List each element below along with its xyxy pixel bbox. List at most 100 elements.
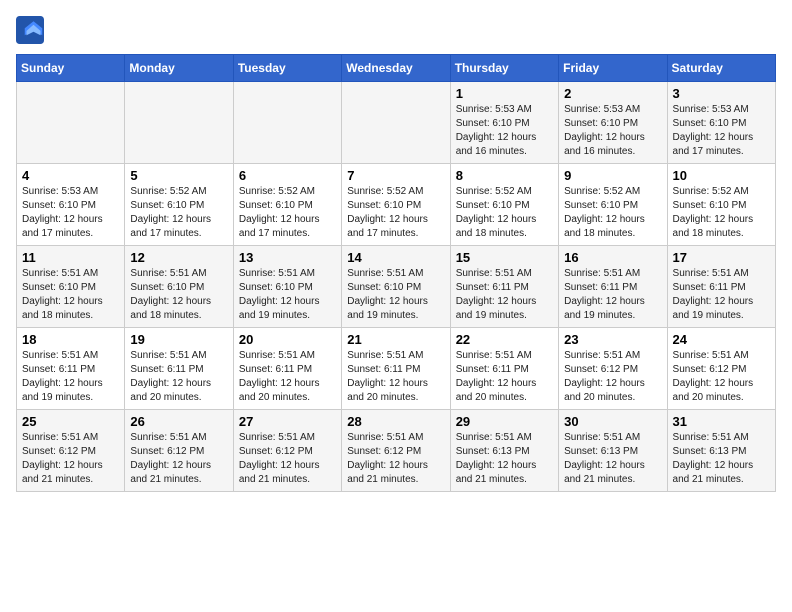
day-info: Sunrise: 5:53 AM Sunset: 6:10 PM Dayligh… xyxy=(22,185,119,241)
day-number: 14 xyxy=(347,250,444,265)
calendar-cell: 27 Sunrise: 5:51 AM Sunset: 6:12 PM Dayli… xyxy=(233,410,341,492)
day-number: 15 xyxy=(456,250,553,265)
calendar-cell xyxy=(342,82,450,164)
calendar-cell: 20 Sunrise: 5:51 AM Sunset: 6:11 PM Dayli… xyxy=(233,328,341,410)
calendar-cell: 11 Sunrise: 5:51 AM Sunset: 6:10 PM Dayli… xyxy=(17,246,125,328)
day-info: Sunrise: 5:52 AM Sunset: 6:10 PM Dayligh… xyxy=(673,185,770,241)
day-info: Sunrise: 5:52 AM Sunset: 6:10 PM Dayligh… xyxy=(239,185,336,241)
day-number: 31 xyxy=(673,414,770,429)
weekday-header: Friday xyxy=(559,55,667,82)
calendar-cell: 22 Sunrise: 5:51 AM Sunset: 6:11 PM Dayli… xyxy=(450,328,558,410)
day-number: 23 xyxy=(564,332,661,347)
day-number: 1 xyxy=(456,86,553,101)
calendar-cell: 25 Sunrise: 5:51 AM Sunset: 6:12 PM Dayli… xyxy=(17,410,125,492)
calendar-cell: 31 Sunrise: 5:51 AM Sunset: 6:13 PM Dayli… xyxy=(667,410,775,492)
calendar-cell: 2Sunrise: 5:53 AM Sunset: 6:10 PM Daylig… xyxy=(559,82,667,164)
day-info: Sunrise: 5:51 AM Sunset: 6:11 PM Dayligh… xyxy=(22,349,119,405)
day-number: 17 xyxy=(673,250,770,265)
weekday-header-row: SundayMondayTuesdayWednesdayThursdayFrid… xyxy=(17,55,776,82)
day-info: Sunrise: 5:51 AM Sunset: 6:13 PM Dayligh… xyxy=(673,431,770,487)
weekday-header: Wednesday xyxy=(342,55,450,82)
day-number: 13 xyxy=(239,250,336,265)
weekday-header: Sunday xyxy=(17,55,125,82)
day-number: 4 xyxy=(22,168,119,183)
calendar-cell: 17 Sunrise: 5:51 AM Sunset: 6:11 PM Dayli… xyxy=(667,246,775,328)
calendar-week-row: 4 Sunrise: 5:53 AM Sunset: 6:10 PM Daylig… xyxy=(17,164,776,246)
calendar-cell: 5 Sunrise: 5:52 AM Sunset: 6:10 PM Daylig… xyxy=(125,164,233,246)
calendar-cell xyxy=(17,82,125,164)
weekday-header: Thursday xyxy=(450,55,558,82)
day-number: 27 xyxy=(239,414,336,429)
calendar-cell: 10 Sunrise: 5:52 AM Sunset: 6:10 PM Dayli… xyxy=(667,164,775,246)
calendar-week-row: 18 Sunrise: 5:51 AM Sunset: 6:11 PM Dayli… xyxy=(17,328,776,410)
day-number: 25 xyxy=(22,414,119,429)
day-number: 18 xyxy=(22,332,119,347)
day-number: 28 xyxy=(347,414,444,429)
day-info: Sunrise: 5:51 AM Sunset: 6:10 PM Dayligh… xyxy=(130,267,227,323)
day-info: Sunrise: 5:51 AM Sunset: 6:12 PM Dayligh… xyxy=(673,349,770,405)
calendar-cell: 29 Sunrise: 5:51 AM Sunset: 6:13 PM Dayli… xyxy=(450,410,558,492)
day-info: Sunrise: 5:51 AM Sunset: 6:12 PM Dayligh… xyxy=(130,431,227,487)
day-info: Sunrise: 5:51 AM Sunset: 6:11 PM Dayligh… xyxy=(239,349,336,405)
day-info: Sunrise: 5:53 AM Sunset: 6:10 PM Dayligh… xyxy=(456,103,553,159)
calendar-cell: 18 Sunrise: 5:51 AM Sunset: 6:11 PM Dayli… xyxy=(17,328,125,410)
day-info: Sunrise: 5:51 AM Sunset: 6:11 PM Dayligh… xyxy=(564,267,661,323)
calendar-table: SundayMondayTuesdayWednesdayThursdayFrid… xyxy=(16,54,776,492)
logo-icon xyxy=(16,16,44,44)
day-info: Sunrise: 5:51 AM Sunset: 6:13 PM Dayligh… xyxy=(456,431,553,487)
day-number: 21 xyxy=(347,332,444,347)
calendar-week-row: 11 Sunrise: 5:51 AM Sunset: 6:10 PM Dayli… xyxy=(17,246,776,328)
day-info: Sunrise: 5:52 AM Sunset: 6:10 PM Dayligh… xyxy=(564,185,661,241)
logo xyxy=(16,16,48,44)
calendar-cell: 23 Sunrise: 5:51 AM Sunset: 6:12 PM Dayli… xyxy=(559,328,667,410)
calendar-cell: 13 Sunrise: 5:51 AM Sunset: 6:10 PM Dayli… xyxy=(233,246,341,328)
day-info: Sunrise: 5:51 AM Sunset: 6:12 PM Dayligh… xyxy=(564,349,661,405)
day-info: Sunrise: 5:51 AM Sunset: 6:11 PM Dayligh… xyxy=(347,349,444,405)
calendar-cell: 15 Sunrise: 5:51 AM Sunset: 6:11 PM Dayli… xyxy=(450,246,558,328)
calendar-cell: 19Sunrise: 5:51 AM Sunset: 6:11 PM Dayli… xyxy=(125,328,233,410)
weekday-header: Monday xyxy=(125,55,233,82)
day-number: 16 xyxy=(564,250,661,265)
day-number: 19 xyxy=(130,332,227,347)
day-number: 9 xyxy=(564,168,661,183)
calendar-cell: 26 Sunrise: 5:51 AM Sunset: 6:12 PM Dayli… xyxy=(125,410,233,492)
calendar-cell: 28 Sunrise: 5:51 AM Sunset: 6:12 PM Dayli… xyxy=(342,410,450,492)
day-info: Sunrise: 5:53 AM Sunset: 6:10 PM Dayligh… xyxy=(673,103,770,159)
calendar-cell: 3 Sunrise: 5:53 AM Sunset: 6:10 PM Daylig… xyxy=(667,82,775,164)
calendar-cell: 21 Sunrise: 5:51 AM Sunset: 6:11 PM Dayli… xyxy=(342,328,450,410)
calendar-cell: 4 Sunrise: 5:53 AM Sunset: 6:10 PM Daylig… xyxy=(17,164,125,246)
day-info: Sunrise: 5:51 AM Sunset: 6:12 PM Dayligh… xyxy=(22,431,119,487)
day-info: Sunrise: 5:51 AM Sunset: 6:11 PM Dayligh… xyxy=(456,349,553,405)
weekday-header: Saturday xyxy=(667,55,775,82)
day-info: Sunrise: 5:52 AM Sunset: 6:10 PM Dayligh… xyxy=(130,185,227,241)
day-number: 5 xyxy=(130,168,227,183)
day-number: 20 xyxy=(239,332,336,347)
calendar-cell: 7 Sunrise: 5:52 AM Sunset: 6:10 PM Daylig… xyxy=(342,164,450,246)
day-info: Sunrise: 5:51 AM Sunset: 6:11 PM Dayligh… xyxy=(456,267,553,323)
calendar-cell: 1 Sunrise: 5:53 AM Sunset: 6:10 PM Daylig… xyxy=(450,82,558,164)
day-number: 8 xyxy=(456,168,553,183)
calendar-cell: 14Sunrise: 5:51 AM Sunset: 6:10 PM Dayli… xyxy=(342,246,450,328)
day-info: Sunrise: 5:51 AM Sunset: 6:10 PM Dayligh… xyxy=(22,267,119,323)
day-number: 7 xyxy=(347,168,444,183)
day-number: 11 xyxy=(22,250,119,265)
calendar-cell: 9 Sunrise: 5:52 AM Sunset: 6:10 PM Daylig… xyxy=(559,164,667,246)
day-number: 3 xyxy=(673,86,770,101)
calendar-cell: 8 Sunrise: 5:52 AM Sunset: 6:10 PM Daylig… xyxy=(450,164,558,246)
day-info: Sunrise: 5:51 AM Sunset: 6:12 PM Dayligh… xyxy=(239,431,336,487)
day-info: Sunrise: 5:52 AM Sunset: 6:10 PM Dayligh… xyxy=(347,185,444,241)
weekday-header: Tuesday xyxy=(233,55,341,82)
day-number: 26 xyxy=(130,414,227,429)
day-number: 29 xyxy=(456,414,553,429)
day-number: 6 xyxy=(239,168,336,183)
calendar-week-row: 25 Sunrise: 5:51 AM Sunset: 6:12 PM Dayli… xyxy=(17,410,776,492)
day-number: 10 xyxy=(673,168,770,183)
day-info: Sunrise: 5:52 AM Sunset: 6:10 PM Dayligh… xyxy=(456,185,553,241)
day-info: Sunrise: 5:51 AM Sunset: 6:12 PM Dayligh… xyxy=(347,431,444,487)
day-info: Sunrise: 5:51 AM Sunset: 6:11 PM Dayligh… xyxy=(673,267,770,323)
day-info: Sunrise: 5:51 AM Sunset: 6:10 PM Dayligh… xyxy=(239,267,336,323)
calendar-cell: 16 Sunrise: 5:51 AM Sunset: 6:11 PM Dayli… xyxy=(559,246,667,328)
calendar-cell: 30Sunrise: 5:51 AM Sunset: 6:13 PM Dayli… xyxy=(559,410,667,492)
calendar-cell: 24Sunrise: 5:51 AM Sunset: 6:12 PM Dayli… xyxy=(667,328,775,410)
day-number: 22 xyxy=(456,332,553,347)
